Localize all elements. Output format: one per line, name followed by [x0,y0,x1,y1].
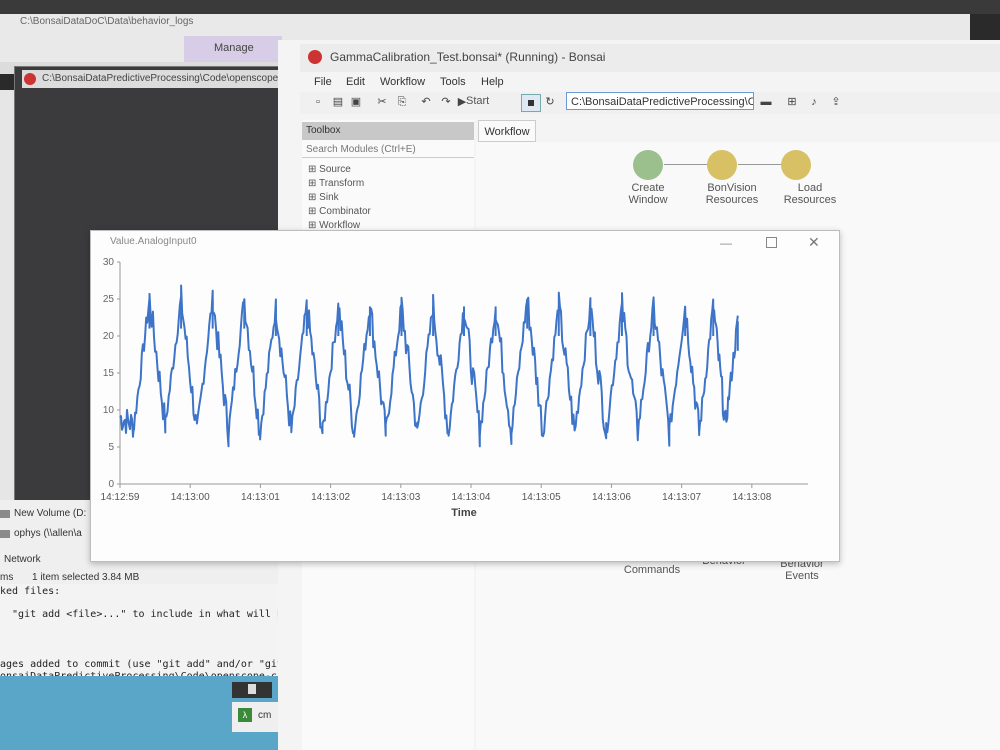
y-tick-label: 0 [108,479,114,490]
x-tick-label: 14:13:07 [662,492,701,503]
workflow-edge [738,164,782,165]
toolbox-search-input[interactable]: Search Modules (Ctrl+E) [302,142,474,158]
category-label: Sink [319,192,339,203]
start-button[interactable]: Start [466,95,489,107]
node-load-resources[interactable] [781,150,811,180]
file-item-ophys[interactable]: ophys (\\allen\a [14,528,82,539]
node-label: BonVision Resources [705,182,759,206]
node-create-window[interactable] [633,150,663,180]
toolbox-category-combinator[interactable]: ⊞ Combinator [308,206,371,217]
restart-icon[interactable]: ↻ [544,96,556,108]
document-icon [248,684,256,694]
x-tick-label: 14:13:00 [171,492,210,503]
category-label: Transform [318,178,365,189]
node-bonvision-resources[interactable] [707,150,737,180]
x-tick-label: 14:12:59 [101,492,140,503]
minimize-button[interactable]: — [720,236,732,250]
category-label: Source [319,164,351,175]
y-tick-label: 30 [103,257,115,268]
x-tick-label: 14:13:02 [311,492,350,503]
monitor-bezel [0,0,1000,14]
tab-workflow[interactable]: Workflow [478,120,536,142]
terminal-line: ked files: [0,586,61,597]
plot-window-title: Value.AnalogInput0 [110,236,197,247]
terminal-icon: λ [238,708,252,722]
export-icon[interactable]: ⇪ [830,96,842,108]
line-chart: 0 5 10 15 20 25 30 14:12:59 14:13:00 14:13:01 14:1… [101,257,808,519]
menu-tools[interactable]: Tools [440,76,466,88]
toolbox-category-sink[interactable]: ⊞ Sink [308,192,339,203]
y-tick-label: 15 [103,368,115,379]
chart-plot-area: 0 5 10 15 20 25 30 14:12:59 14:13:00 14:13:01 14:1… [101,257,808,519]
editor-title: C:\BonsaiDataPredictiveProcessing\Code\o… [22,70,312,88]
window-title: GammaCalibration_Test.bonsai* (Running) … [330,50,606,64]
network-drive-icon [0,530,10,538]
x-tick-label: 14:13:06 [592,492,631,503]
status-items: ms [0,572,14,583]
menu-workflow[interactable]: Workflow [380,76,425,88]
y-tick-label: 20 [103,331,115,342]
toolbox-header: Toolbox [302,122,474,140]
status-selected: 1 item selected 3.84 MB [32,572,140,583]
terminal-line: ages added to commit (use "git add" and/… [0,659,283,670]
open-folder-icon[interactable]: ▤ [332,96,344,108]
file-item-network[interactable]: Network [4,554,41,565]
y-tick-label: 10 [103,405,115,416]
toolbox-category-transform[interactable]: ⊞ Transform [308,178,364,189]
y-tick-label: 25 [103,294,115,305]
x-tick-label: 14:13:03 [381,492,420,503]
cmd-label: cm [258,710,272,721]
x-tick-label: 14:13:05 [522,492,561,503]
file-item-new-volume[interactable]: New Volume (D: [14,508,86,519]
explorer-manage-label: Manage [214,42,254,54]
undo-icon[interactable]: ↶ [420,96,432,108]
menu-file[interactable]: File [314,76,332,88]
left-panel-strip [0,90,14,500]
copy-icon[interactable]: ⎘ [396,96,408,108]
node-label: Load Resources [783,182,837,206]
menu-edit[interactable]: Edit [346,76,365,88]
redo-icon[interactable]: ↷ [440,96,452,108]
x-axis-label: Time [451,507,476,519]
stop-icon [528,100,534,106]
x-tick-label: 14:13:01 [241,492,280,503]
maximize-button[interactable] [766,237,777,248]
x-tick-label: 14:13:04 [452,492,491,503]
bonsai-logo-icon [308,50,322,64]
workflow-edge [664,164,708,165]
new-file-icon[interactable]: ▫ [312,96,324,108]
toolbox-category-source[interactable]: ⊞ Source [308,164,351,175]
y-tick-label: 5 [108,442,114,453]
x-tick-label: 14:13:08 [732,492,771,503]
terminal-line: "git add <file>..." to include in what w… [0,609,289,620]
layout-icon[interactable]: ♪ [808,96,820,108]
node-label: Create Window [628,182,668,206]
cut-icon[interactable]: ✂ [376,96,388,108]
path-input[interactable]: C:\BonsaiDataPredictiveProcessing\C [566,92,754,110]
app-logo-icon [24,73,36,85]
menu-help[interactable]: Help [481,76,504,88]
close-button[interactable]: ✕ [808,234,820,251]
category-label: Combinator [319,206,371,217]
save-icon[interactable]: ▣ [350,96,362,108]
explorer-path: C:\BonsaiDataDoC\Data\behavior_logs [20,16,194,27]
drive-icon [0,510,10,518]
editor-icon[interactable]: ⊞ [786,96,798,108]
browse-folder-icon[interactable]: ▬ [760,96,772,108]
